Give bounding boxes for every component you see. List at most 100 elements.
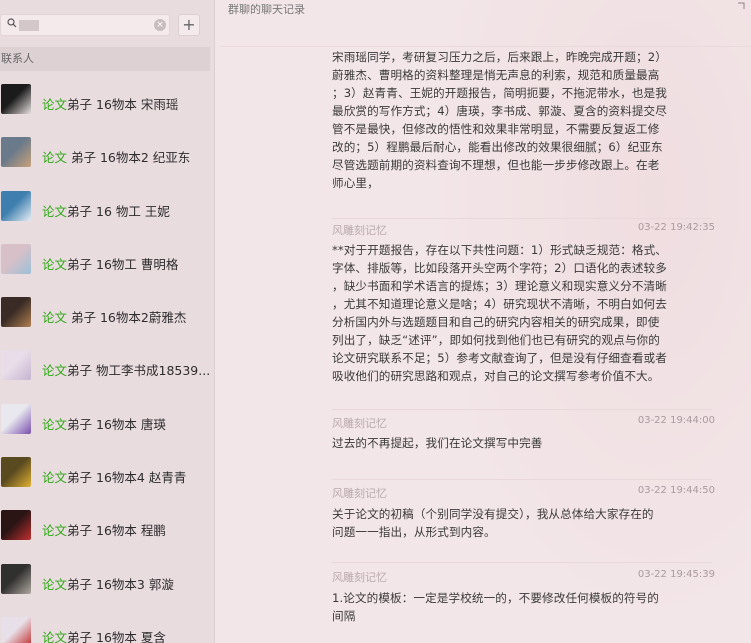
message-line: ；3）赵青青、王妮的开题报告，简明扼要，不拖泥带水，也是我 [332, 86, 667, 100]
avatar [1, 137, 31, 168]
avatar [1, 457, 31, 488]
contact-tag: 论文 [42, 470, 68, 486]
avatar [1, 403, 31, 434]
avatar [1, 84, 31, 114]
contact-tag: 论文 [42, 97, 68, 112]
contact-item[interactable]: 论文弟子 16物工 曹明格 [0, 234, 214, 287]
contact-name: 论文 弟子 16物本2蔚雅杰 [42, 307, 186, 326]
contact-name: 论文弟子 16物本 夏含 [42, 627, 166, 643]
message-body: **对于开题报告，存在以下共性问题：1）形式缺乏规范：格式、 字体、排版等，比如段… [332, 241, 715, 385]
contact-label: 弟子 16物本2蔚雅杰 [67, 310, 187, 326]
contact-name: 论文弟子 16物本 宋雨瑶 [42, 94, 178, 113]
message-sender: 风雕刻记忆 [332, 224, 387, 237]
message-line: 关于论文的初稿（个别同学没有提交），我从总体给大家存在的 [332, 507, 654, 521]
message-body: 宋雨瑶同学，考研复习压力之后，后来跟上，昨晚完成开题；2） 蔚雅杰、曹明格的资料整… [332, 48, 715, 192]
message-sender: 风雕刻记忆 [332, 571, 387, 584]
message-header: 风雕刻记忆 03-22 19:44:50 [332, 485, 715, 500]
contact-tag: 论文 [42, 576, 68, 592]
message-line: 列出了，缺乏“述评”，即如何找到他们也已有研究的观点与你的 [332, 333, 660, 347]
message-line: 改的；5）程鹏最后耐心，能看出修改的效果很细腻；6）纪亚东 [332, 140, 663, 154]
contact-label: 弟子 16物本2 纪亚东 [67, 150, 191, 166]
message-line: 师心里， [332, 176, 379, 190]
contact-name: 论文弟子 16物工 曹明格 [42, 254, 178, 273]
contact-item[interactable]: 论文弟子 物工李书成18539... [0, 340, 214, 393]
search-input[interactable] [21, 17, 151, 33]
message-sender: 风雕刻记忆 [332, 417, 387, 430]
message-line: **对于开题报告，存在以下共性问题：1）形式缺乏规范：格式、 [332, 243, 668, 257]
message-time: 03-22 19:45:39 [637, 569, 715, 580]
search-bar: × + [0, 0, 214, 46]
contact-item[interactable]: 论文弟子 16物本3 郭漩 [0, 554, 214, 607]
contact-tag: 论文 [42, 363, 68, 379]
message-line: 宋雨瑶同学，考研复习压力之后，后来跟上，昨晚完成开题；2） [332, 50, 667, 64]
message-line: 分析国内外与选题题目和自己的研究内容相关的研究成果，即使 [332, 315, 660, 329]
contact-item[interactable]: 论文弟子 16物本 唐瑛 [0, 394, 214, 447]
contact-item[interactable]: 论文弟子 16物本 宋雨瑶 [0, 74, 214, 127]
message-line: 问题一一指出，从形式到内容。 [332, 525, 496, 539]
message-line: 论文研究联系不足；5）参考文献查询了，但是没有仔细查看或者 [332, 351, 667, 365]
message-line: 1.论文的模板：一定是学校统一的，不要修改任何模板的符号的 [332, 591, 659, 605]
add-button[interactable]: + [178, 14, 200, 36]
message-time: 03-22 19:44:50 [637, 485, 715, 496]
message-line: 管不是最快，但修改的悟性和效果非常明显，不需要反复返工修 [332, 122, 660, 136]
message-line: ，缺少书面和学术语言的提炼；3）理论意义和现实意义分不清晰 [332, 279, 667, 293]
contact-item[interactable]: 论文弟子 16物本4 赵青青 [0, 447, 214, 500]
header-divider [220, 46, 751, 47]
contact-item[interactable]: 论文弟子 16物本 夏含 [0, 607, 214, 643]
message-line: 蔚雅杰、曹明格的资料整理是悄无声息的利索，规范和质量最高 [332, 68, 660, 82]
avatar [1, 243, 31, 274]
chat-panel: 群聊的聊天记录 宋雨瑶同学，考研复习压力之后，后来跟上，昨晚完成开题；2） 蔚雅杰… [215, 0, 751, 643]
pin-icon[interactable] [737, 0, 745, 13]
contact-name: 论文弟子 物工李书成18539... [42, 360, 210, 379]
contact-tag: 论文 [42, 256, 68, 272]
contact-label: 弟子 16物本 唐瑛 [67, 416, 166, 432]
message-time: 03-22 19:44:00 [637, 415, 715, 426]
message-body: 关于论文的初稿（个别同学没有提交），我从总体给大家存在的 问题一一指出，从形式到内… [332, 505, 715, 541]
message-sender: 风雕刻记忆 [332, 487, 387, 500]
contact-name: 论文弟子 16物本 唐瑛 [42, 414, 166, 433]
avatar [1, 510, 31, 541]
contact-label: 弟子 物工李书成18539... [67, 363, 211, 379]
message-line: 字体、排版等，比如段落开头空两个字符；2）口语化的表述较多 [332, 261, 667, 275]
avatar [1, 350, 31, 381]
contact-name: 论文弟子 16物本3 郭漩 [42, 574, 174, 593]
message-divider [332, 409, 712, 410]
message-time: 03-22 19:42:35 [637, 222, 715, 233]
message-body: 过去的不再提起，我们在论文撰写中完善 [332, 434, 715, 452]
message-header: 风雕刻记忆 03-22 19:44:00 [332, 415, 715, 430]
search-icon [7, 18, 17, 31]
message-divider [332, 218, 712, 219]
contact-label: 弟子 16物本 夏含 [67, 629, 166, 643]
contact-name: 论文弟子 16物本 程鹏 [42, 520, 166, 539]
contact-tag: 论文 [42, 150, 68, 166]
contact-tag: 论文 [42, 416, 68, 432]
sidebar: × + 联系人 论文弟子 16物本 宋雨瑶 论文 弟子 16物本2 纪亚东 论文弟子… [0, 0, 215, 643]
contact-label: 弟子 16物本 宋雨瑶 [67, 97, 179, 112]
clear-icon[interactable]: × [154, 19, 166, 31]
contacts-section-header: 联系人 [0, 47, 210, 71]
contact-name: 论文弟子 16物本4 赵青青 [42, 467, 186, 486]
message-line: 间隔 [332, 609, 356, 623]
contact-list: 论文弟子 16物本 宋雨瑶 论文 弟子 16物本2 纪亚东 论文弟子 16 物工 王… [0, 74, 214, 643]
message-divider [332, 562, 712, 563]
search-box[interactable]: × [0, 14, 170, 36]
avatar [1, 297, 31, 328]
message-line: 最欣赏的写作方式；4）唐瑛，李书成、郭漩、夏含的资料提交尽 [332, 104, 667, 118]
contact-label: 弟子 16物本3 郭漩 [67, 576, 174, 592]
message-line: 尽管选题前期的资料查询不理想，但也能一步步修改跟上。在老 [332, 158, 660, 172]
message-body: 1.论文的模板：一定是学校统一的，不要修改任何模板的符号的 间隔 [332, 589, 715, 625]
contact-tag: 论文 [42, 310, 68, 326]
contact-label: 弟子 16物工 曹明格 [67, 256, 179, 272]
contact-label: 弟子 16物本 程鹏 [67, 523, 166, 539]
message-line: ，尤其不知道理论意义是啥；4）研究现状不清晰，不明白如何去 [332, 297, 667, 311]
contact-item[interactable]: 论文 弟子 16物本2蔚雅杰 [0, 287, 214, 340]
contact-tag: 论文 [42, 203, 68, 219]
contact-name: 论文弟子 16 物工 王妮 [42, 201, 170, 220]
message-line: 过去的不再提起，我们在论文撰写中完善 [332, 436, 543, 450]
contact-item[interactable]: 论文 弟子 16物本2 纪亚东 [0, 127, 214, 180]
message-header: 风雕刻记忆 03-22 19:42:35 [332, 222, 715, 237]
contact-name: 论文 弟子 16物本2 纪亚东 [42, 147, 190, 166]
contact-tag: 论文 [42, 629, 68, 643]
contact-item[interactable]: 论文弟子 16物本 程鹏 [0, 500, 214, 553]
contact-item[interactable]: 论文弟子 16 物工 王妮 [0, 181, 214, 234]
